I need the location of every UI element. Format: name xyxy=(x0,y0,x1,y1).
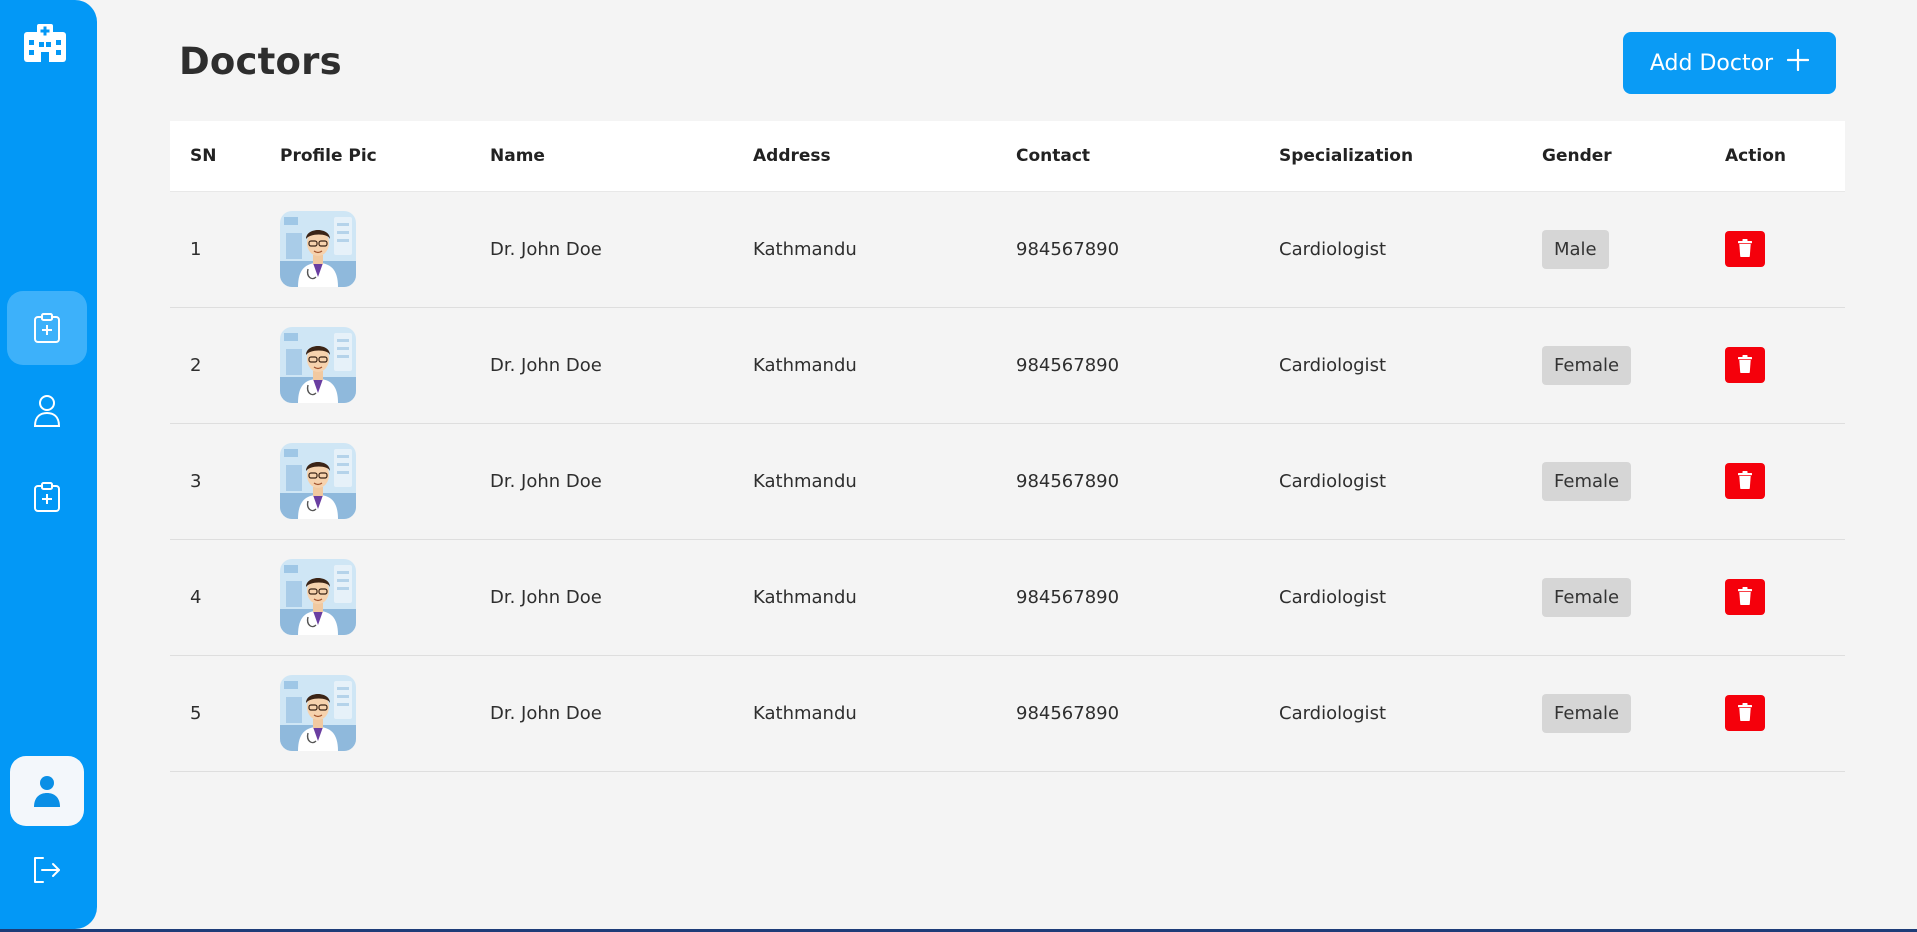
delete-button[interactable] xyxy=(1725,695,1765,731)
cell-profile-pic xyxy=(260,423,470,539)
header-contact[interactable]: Contact xyxy=(996,121,1259,191)
delete-button[interactable] xyxy=(1725,579,1765,615)
cell-action xyxy=(1705,307,1845,423)
cell-name: Dr. John Doe xyxy=(490,586,602,608)
cell-address: Kathmandu xyxy=(753,586,857,608)
sidebar xyxy=(0,0,97,929)
cell-contact: 984567890 xyxy=(1016,702,1120,724)
nav-appointments[interactable] xyxy=(7,291,87,365)
plus-icon xyxy=(1787,48,1810,77)
cell-specialization: Cardiologist xyxy=(1279,586,1386,608)
cell-specialization: Cardiologist xyxy=(1279,470,1386,492)
header-specialization[interactable]: Specialization xyxy=(1259,121,1522,191)
doctor-avatar[interactable] xyxy=(280,327,356,403)
cell-sn: 1 xyxy=(190,238,202,260)
cell-profile-pic xyxy=(260,191,470,307)
hospital-icon xyxy=(24,24,70,66)
cell-contact: 984567890 xyxy=(1016,238,1120,260)
trash-icon xyxy=(1738,702,1752,724)
doctor-avatar[interactable] xyxy=(280,675,356,751)
cell-sn: 3 xyxy=(190,470,202,492)
cell-address: Kathmandu xyxy=(753,238,857,260)
logout-button[interactable] xyxy=(7,833,87,907)
delete-button[interactable] xyxy=(1725,463,1765,499)
table-row[interactable]: 5 Dr. John Doe Kathmandu 984567890 Cardi… xyxy=(170,655,1845,771)
clipboard-plus-icon xyxy=(32,481,62,513)
cell-sn: 2 xyxy=(190,354,202,376)
delete-button[interactable] xyxy=(1725,231,1765,267)
header-gender[interactable]: Gender xyxy=(1522,121,1705,191)
cell-name: Dr. John Doe xyxy=(490,238,602,260)
page-title: Doctors xyxy=(179,40,342,83)
clipboard-plus-icon xyxy=(32,312,62,344)
header-action[interactable]: Action xyxy=(1705,121,1845,191)
cell-action xyxy=(1705,423,1845,539)
cell-specialization: Cardiologist xyxy=(1279,702,1386,724)
doctor-avatar[interactable] xyxy=(280,211,356,287)
logout-icon xyxy=(32,856,62,884)
cell-action xyxy=(1705,539,1845,655)
table-row[interactable]: 4 Dr. John Doe Kathmandu 984567890 Cardi… xyxy=(170,539,1845,655)
cell-address: Kathmandu xyxy=(753,470,857,492)
cell-action xyxy=(1705,655,1845,771)
cell-contact: 984567890 xyxy=(1016,586,1120,608)
trash-icon xyxy=(1738,354,1752,376)
cell-specialization: Cardiologist xyxy=(1279,354,1386,376)
doctor-avatar[interactable] xyxy=(280,443,356,519)
nav-records[interactable] xyxy=(7,460,87,534)
cell-action xyxy=(1705,191,1845,307)
cell-name: Dr. John Doe xyxy=(490,470,602,492)
table-row[interactable]: 1 Dr. John Doe Kathmandu 984567890 Cardi… xyxy=(170,191,1845,307)
cell-gender: Male xyxy=(1522,191,1705,307)
gender-badge: Female xyxy=(1542,461,1632,501)
table-body: 1 Dr. John Doe Kathmandu 984567890 Cardi… xyxy=(170,191,1845,771)
header-profile-pic[interactable]: Profile Pic xyxy=(260,121,470,191)
gender-badge: Female xyxy=(1542,577,1632,617)
nav-patients[interactable] xyxy=(7,374,87,448)
cell-contact: 984567890 xyxy=(1016,470,1120,492)
cell-sn: 5 xyxy=(190,702,202,724)
cell-gender: Female xyxy=(1522,307,1705,423)
add-doctor-button[interactable]: Add Doctor xyxy=(1623,32,1836,94)
gender-badge: Male xyxy=(1542,229,1609,269)
cell-profile-pic xyxy=(260,539,470,655)
table-row[interactable]: 2 Dr. John Doe Kathmandu 984567890 Cardi… xyxy=(170,307,1845,423)
cell-specialization: Cardiologist xyxy=(1279,238,1386,260)
header-name[interactable]: Name xyxy=(470,121,733,191)
cell-profile-pic xyxy=(260,307,470,423)
doctor-avatar[interactable] xyxy=(280,559,356,635)
gender-badge: Female xyxy=(1542,345,1632,385)
user-filled-icon xyxy=(33,775,61,807)
doctors-table: SN Profile Pic Name Address Contact Spec… xyxy=(170,121,1845,772)
cell-profile-pic xyxy=(260,655,470,771)
header-address[interactable]: Address xyxy=(733,121,996,191)
table-row[interactable]: 3 Dr. John Doe Kathmandu 984567890 Cardi… xyxy=(170,423,1845,539)
header-sn[interactable]: SN xyxy=(170,121,260,191)
cell-sn: 4 xyxy=(190,586,202,608)
add-doctor-label: Add Doctor xyxy=(1649,50,1774,76)
cell-address: Kathmandu xyxy=(753,354,857,376)
gender-badge: Female xyxy=(1542,693,1632,733)
user-outline-icon xyxy=(33,394,61,428)
delete-button[interactable] xyxy=(1725,347,1765,383)
cell-name: Dr. John Doe xyxy=(490,354,602,376)
trash-icon xyxy=(1738,586,1752,608)
trash-icon xyxy=(1738,238,1752,260)
nav-doctors[interactable] xyxy=(10,756,84,826)
app-root: Doctors Add Doctor SN Profile Pic Name A… xyxy=(0,0,1917,932)
cell-address: Kathmandu xyxy=(753,702,857,724)
cell-gender: Female xyxy=(1522,423,1705,539)
cell-gender: Female xyxy=(1522,539,1705,655)
cell-gender: Female xyxy=(1522,655,1705,771)
trash-icon xyxy=(1738,470,1752,492)
cell-contact: 984567890 xyxy=(1016,354,1120,376)
table-header: SN Profile Pic Name Address Contact Spec… xyxy=(170,121,1845,191)
cell-name: Dr. John Doe xyxy=(490,702,602,724)
